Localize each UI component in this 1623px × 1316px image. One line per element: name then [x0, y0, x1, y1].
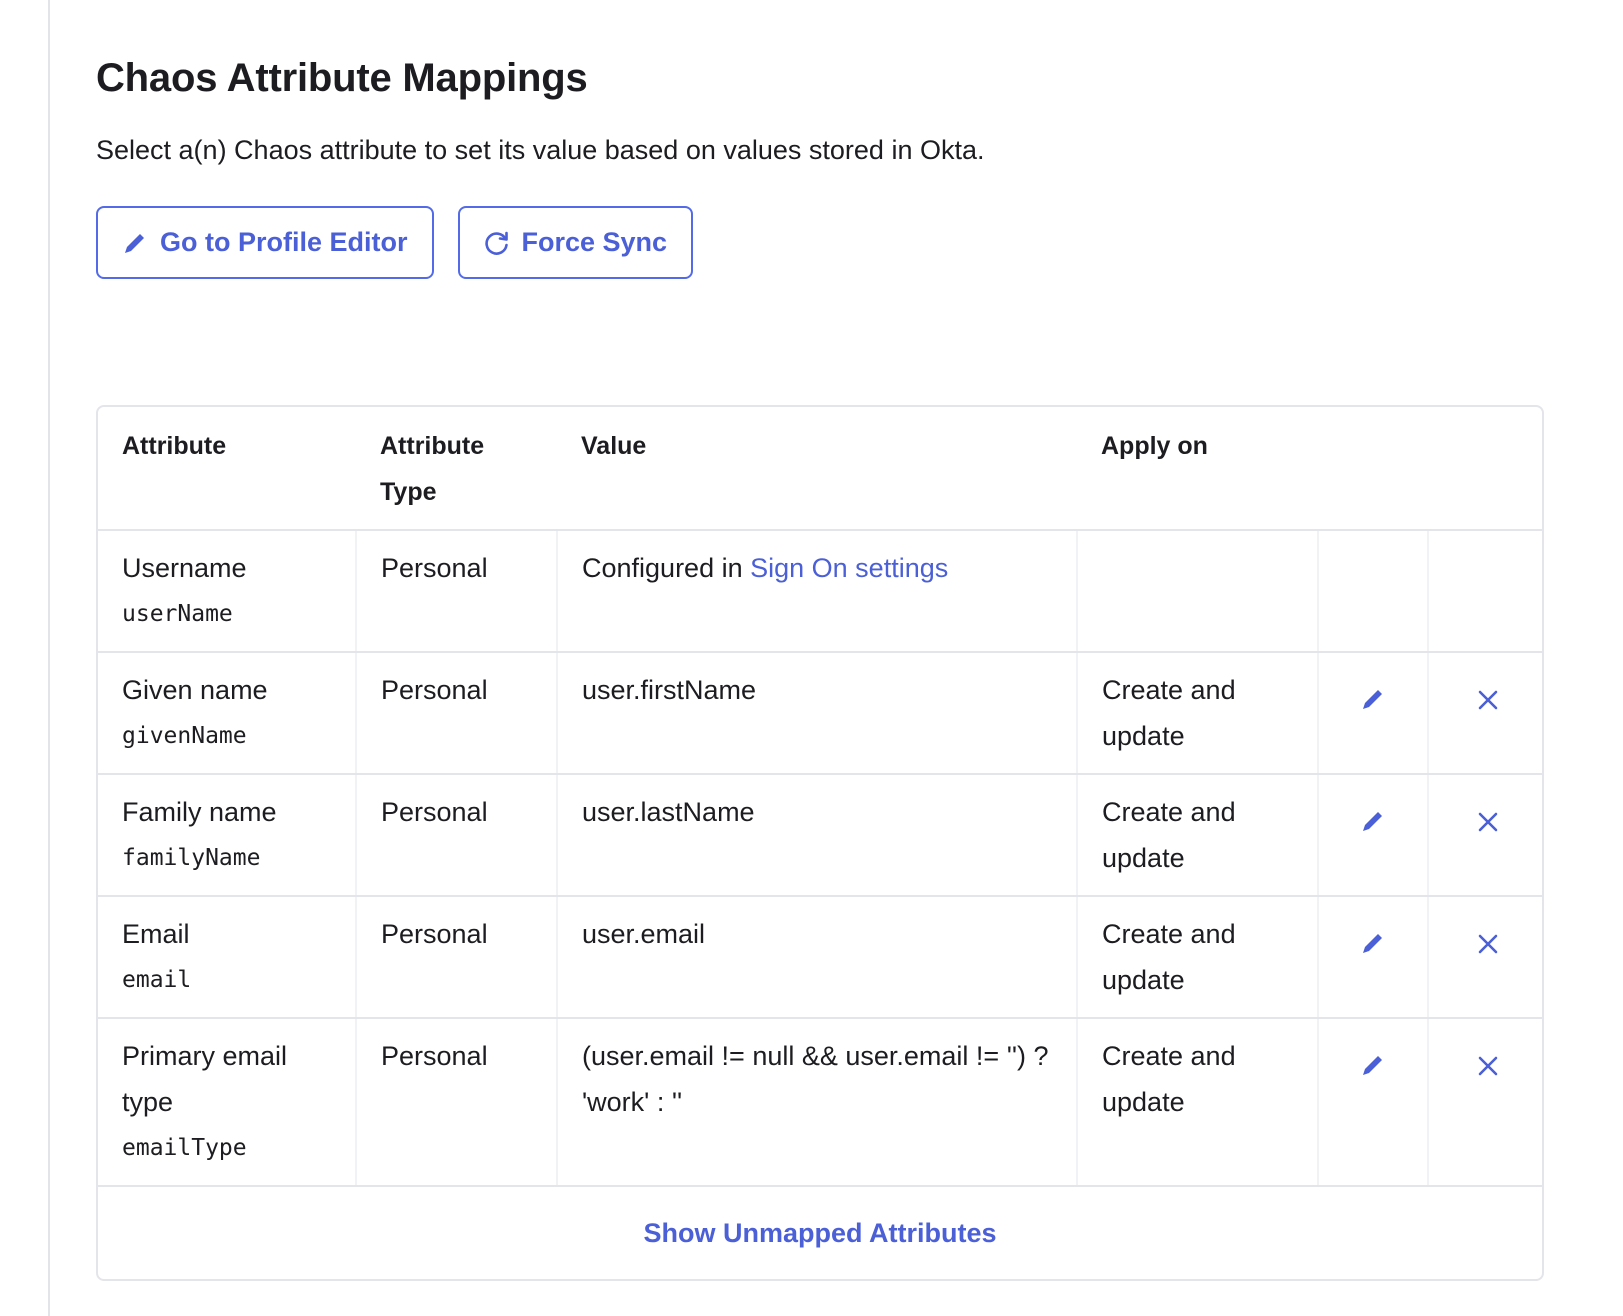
apply-on-cell: Create and update	[1076, 1018, 1318, 1187]
table-header-row: Attribute Attribute Type Value Apply on	[98, 407, 1542, 531]
attribute-key: email	[122, 967, 192, 993]
close-icon	[1478, 1056, 1497, 1076]
column-header-apply-on: Apply on	[1077, 407, 1318, 531]
table-row: Family name familyName Personal user.las…	[98, 774, 1542, 897]
page: Chaos Attribute Mappings Select a(n) Cha…	[0, 0, 1623, 1316]
attribute-name: Primary email type	[122, 1041, 288, 1117]
attribute-type-cell: Personal	[355, 530, 557, 653]
apply-on-cell: Create and update	[1076, 652, 1318, 775]
page-title: Chaos Attribute Mappings	[96, 56, 588, 100]
delete-cell	[1427, 774, 1542, 897]
main-content: Chaos Attribute Mappings Select a(n) Cha…	[96, 52, 1544, 1281]
delete-cell	[1427, 896, 1542, 1019]
table-row: Primary email type emailType Personal (u…	[98, 1018, 1542, 1187]
column-header-edit	[1318, 407, 1428, 531]
edit-cell	[1317, 1018, 1428, 1187]
value-cell: user.firstName	[556, 652, 1077, 775]
remove-mapping-button[interactable]	[1468, 924, 1508, 964]
remove-mapping-button[interactable]	[1468, 1046, 1508, 1086]
column-header-value: Value	[557, 407, 1077, 531]
close-icon	[1478, 812, 1497, 832]
pencil-icon	[122, 230, 148, 256]
remove-mapping-button[interactable]	[1468, 802, 1508, 842]
delete-cell	[1427, 1018, 1542, 1187]
value-prefix: Configured in	[582, 553, 743, 583]
value-cell: user.email	[556, 896, 1077, 1019]
force-sync-button[interactable]: Force Sync	[457, 206, 694, 279]
attribute-type-cell: Personal	[355, 774, 557, 897]
attribute-key: familyName	[122, 845, 261, 871]
left-divider	[48, 0, 50, 1316]
action-buttons: Go to Profile Editor Force Sync	[96, 206, 1544, 279]
pencil-icon	[1363, 690, 1382, 709]
apply-on-cell: Create and update	[1076, 774, 1318, 897]
attribute-cell: Family name familyName	[98, 774, 356, 897]
close-icon	[1478, 934, 1497, 954]
edit-mapping-button[interactable]	[1353, 923, 1393, 963]
edit-mapping-button[interactable]	[1353, 679, 1393, 719]
value-cell: Configured in Sign On settings	[556, 530, 1077, 653]
attribute-key: emailType	[122, 1135, 247, 1161]
edit-mapping-button[interactable]	[1353, 1045, 1393, 1085]
column-header-attribute-type: Attribute Type	[356, 407, 557, 531]
attribute-key: givenName	[122, 723, 247, 749]
table-footer: Show Unmapped Attributes	[98, 1187, 1542, 1279]
attribute-name: Username	[122, 553, 247, 583]
attribute-type-cell: Personal	[355, 896, 557, 1019]
edit-cell	[1317, 896, 1428, 1019]
sign-on-settings-link[interactable]: Sign On settings	[750, 553, 948, 583]
column-header-delete	[1428, 407, 1542, 531]
go-to-profile-editor-button[interactable]: Go to Profile Editor	[96, 206, 434, 279]
value-cell: user.lastName	[556, 774, 1077, 897]
apply-on-cell: Create and update	[1076, 896, 1318, 1019]
column-header-attribute: Attribute	[98, 407, 356, 531]
table-row: Username userName Personal Configured in…	[98, 530, 1542, 653]
attribute-type-cell: Personal	[355, 652, 557, 775]
apply-on-cell	[1076, 530, 1318, 653]
delete-cell	[1427, 530, 1542, 653]
table-row: Email email Personal user.email Create a…	[98, 896, 1542, 1019]
remove-mapping-button[interactable]	[1468, 680, 1508, 720]
attribute-name: Family name	[122, 797, 277, 827]
pencil-icon	[1363, 1056, 1382, 1075]
attribute-cell: Given name givenName	[98, 652, 356, 775]
refresh-icon	[484, 230, 510, 256]
attribute-name: Email	[122, 919, 190, 949]
attribute-cell: Email email	[98, 896, 356, 1019]
go-to-profile-editor-label: Go to Profile Editor	[160, 227, 408, 257]
close-icon	[1478, 690, 1497, 710]
pencil-icon	[1363, 812, 1382, 831]
delete-cell	[1427, 652, 1542, 775]
pencil-icon	[1363, 934, 1382, 953]
edit-cell	[1317, 652, 1428, 775]
edit-cell	[1317, 530, 1428, 653]
edit-cell	[1317, 774, 1428, 897]
attribute-mappings-table: Attribute Attribute Type Value Apply on …	[96, 405, 1544, 1281]
attribute-cell: Primary email type emailType	[98, 1018, 356, 1187]
show-unmapped-attributes-link[interactable]: Show Unmapped Attributes	[643, 1218, 996, 1249]
table-row: Given name givenName Personal user.first…	[98, 652, 1542, 775]
attribute-cell: Username userName	[98, 530, 356, 653]
force-sync-label: Force Sync	[521, 227, 668, 257]
attribute-name: Given name	[122, 675, 268, 705]
attribute-type-cell: Personal	[355, 1018, 557, 1187]
value-cell: (user.email != null && user.email != '')…	[556, 1018, 1077, 1187]
attribute-key: userName	[122, 601, 233, 627]
page-subtitle: Select a(n) Chaos attribute to set its v…	[96, 135, 985, 165]
edit-mapping-button[interactable]	[1353, 801, 1393, 841]
